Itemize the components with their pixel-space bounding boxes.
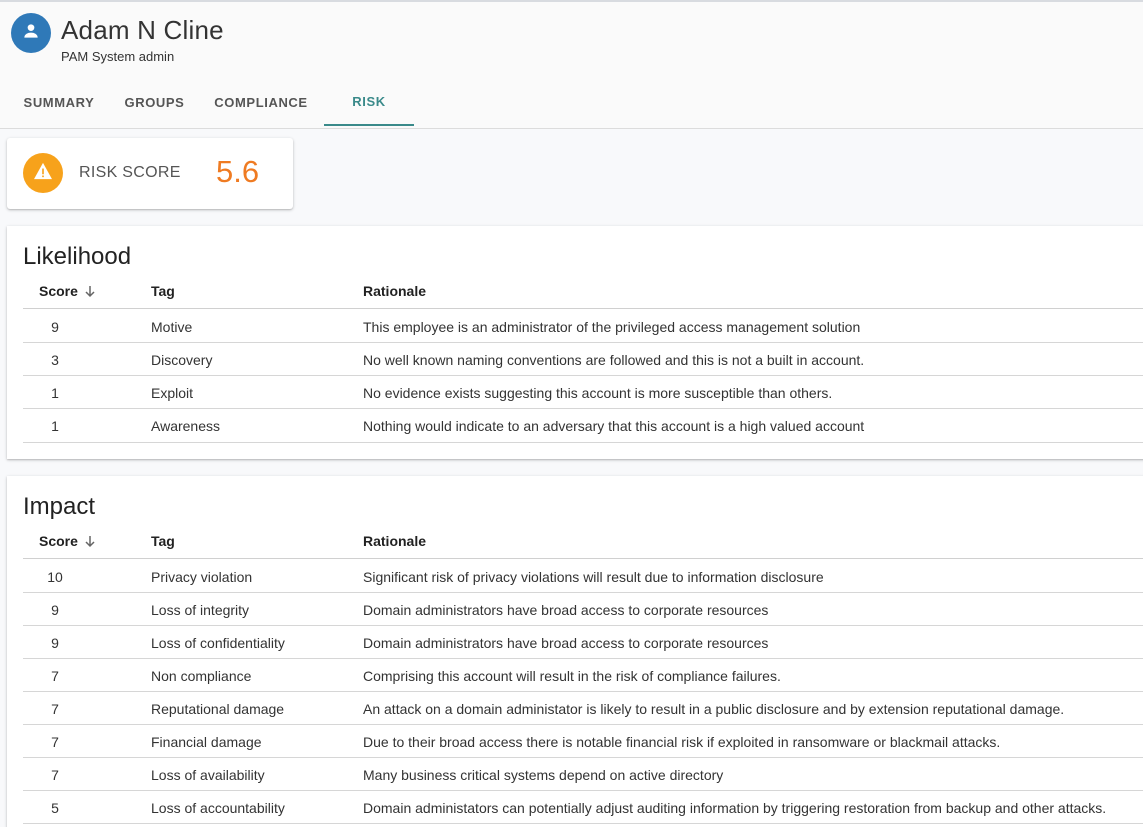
arrow-down-icon[interactable]: [84, 285, 96, 298]
likelihood-table-header: Score Tag Rationale: [23, 273, 1143, 309]
impact-table-header: Score Tag Rationale: [23, 523, 1143, 559]
table-row: 7 Loss of availability Many business cri…: [23, 758, 1143, 791]
table-row: 9 Loss of integrity Domain administrator…: [23, 593, 1143, 626]
rationale-cell: Comprising this account will result in t…: [363, 667, 781, 684]
tab-risk[interactable]: RISK: [324, 78, 414, 126]
arrow-down-icon[interactable]: [84, 535, 96, 548]
tag-cell: Loss of accountability: [151, 799, 285, 816]
table-row: 9 Loss of confidentiality Domain adminis…: [23, 626, 1143, 659]
table-row: 5 Loss of accountability Domain administ…: [23, 791, 1143, 824]
tag-cell: Reputational damage: [151, 700, 285, 717]
tag-cell: Loss of confidentiality: [151, 634, 285, 651]
table-row: 10 Privacy violation Significant risk of…: [23, 560, 1143, 593]
impact-card: Impact Score Tag Rationale 10 Privacy vi…: [7, 476, 1143, 827]
warning-icon: [33, 162, 53, 185]
rationale-cell: Many business critical systems depend on…: [363, 766, 724, 783]
table-row: 3 Discovery No well known naming convent…: [23, 343, 1143, 376]
tab-bar: SUMMARY GROUPS COMPLIANCE RISK: [7, 78, 414, 126]
tag-cell: Non compliance: [151, 667, 252, 684]
score-cell: 7: [51, 733, 59, 750]
tag-column-header[interactable]: Tag: [151, 523, 175, 559]
score-cell: 3: [51, 351, 59, 368]
rationale-column-header[interactable]: Rationale: [363, 523, 426, 559]
likelihood-card: Likelihood Score Tag Rationale 9 Motive …: [7, 226, 1143, 459]
rationale-column-header[interactable]: Rationale: [363, 273, 426, 309]
tag-cell: Discovery: [151, 351, 213, 368]
table-row: 1 Exploit No evidence exists suggesting …: [23, 376, 1143, 409]
tab-compliance[interactable]: COMPLIANCE: [198, 78, 324, 126]
score-column-header[interactable]: Score: [39, 523, 96, 559]
score-column-header[interactable]: Score: [39, 273, 96, 309]
rationale-cell: No well known naming conventions are fol…: [363, 351, 865, 368]
tag-column-header[interactable]: Tag: [151, 273, 175, 309]
score-header-label: Score: [39, 533, 78, 549]
table-row: 7 Financial damage Due to their broad ac…: [23, 725, 1143, 758]
rationale-cell: No evidence exists suggesting this accou…: [363, 384, 833, 401]
user-name: Adam N Cline: [61, 15, 224, 45]
tag-cell: Awareness: [151, 418, 221, 434]
score-cell: 10: [47, 568, 63, 585]
score-header-label: Score: [39, 283, 78, 299]
rationale-cell: Nothing would indicate to an adversary t…: [363, 418, 865, 434]
tab-summary[interactable]: SUMMARY: [7, 78, 111, 126]
tag-cell: Motive: [151, 318, 193, 335]
score-cell: 1: [51, 384, 59, 401]
rationale-cell: Due to their broad access there is notab…: [363, 733, 1001, 750]
score-cell: 7: [51, 700, 59, 717]
tag-cell: Loss of availability: [151, 766, 265, 783]
score-cell: 1: [51, 418, 59, 434]
score-cell: 7: [51, 667, 59, 684]
risk-score-value: 5.6: [216, 154, 260, 189]
score-cell: 7: [51, 766, 59, 783]
rationale-cell: Domain administrators have broad access …: [363, 601, 769, 618]
user-role: PAM System admin: [61, 49, 175, 64]
tabs-divider: [0, 128, 1143, 129]
score-cell: 9: [51, 634, 59, 651]
impact-title: Impact: [23, 493, 96, 520]
score-cell: 5: [51, 799, 59, 816]
table-row: 7 Reputational damage An attack on a dom…: [23, 692, 1143, 725]
score-cell: 9: [51, 601, 59, 618]
risk-score-label: RISK SCORE: [79, 164, 181, 181]
table-row: 1 Awareness Nothing would indicate to an…: [23, 409, 1143, 443]
tab-groups[interactable]: GROUPS: [111, 78, 198, 126]
risk-icon-badge: [23, 153, 63, 193]
likelihood-title: Likelihood: [23, 243, 132, 270]
avatar: [11, 13, 51, 53]
person-icon: [21, 21, 41, 46]
table-row: 9 Motive This employee is an administrat…: [23, 310, 1143, 343]
tag-cell: Financial damage: [151, 733, 262, 750]
rationale-cell: An attack on a domain administator is li…: [363, 700, 1065, 717]
risk-score-card: RISK SCORE 5.6: [7, 138, 293, 209]
rationale-cell: Domain administators can potentially adj…: [363, 799, 1107, 816]
table-row: 7 Non compliance Comprising this account…: [23, 659, 1143, 692]
rationale-cell: Domain administrators have broad access …: [363, 634, 769, 651]
tag-cell: Exploit: [151, 384, 194, 401]
tag-cell: Privacy violation: [151, 568, 253, 585]
rationale-cell: Significant risk of privacy violations w…: [363, 568, 824, 585]
tag-cell: Loss of integrity: [151, 601, 250, 618]
rationale-cell: This employee is an administrator of the…: [363, 318, 861, 335]
score-cell: 9: [51, 318, 59, 335]
